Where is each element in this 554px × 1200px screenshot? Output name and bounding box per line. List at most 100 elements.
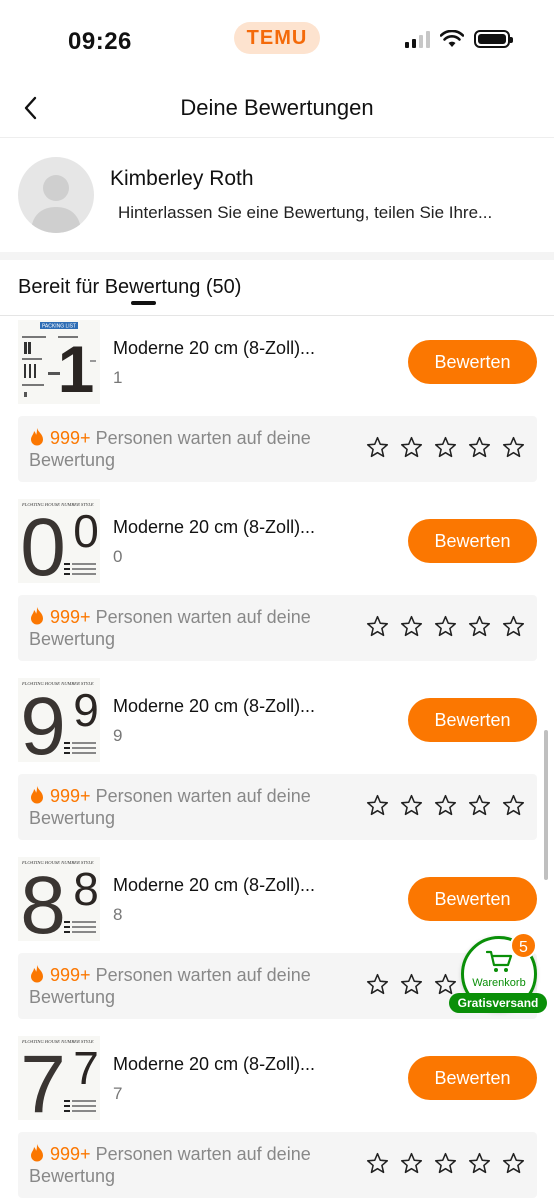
star-rating[interactable] — [366, 1152, 525, 1175]
star-outline-icon[interactable] — [366, 615, 389, 638]
person-silhouette-icon — [31, 175, 81, 233]
page-title: Deine Bewertungen — [180, 95, 374, 120]
rate-button[interactable]: Bewerten — [408, 519, 537, 563]
product-thumbnail[interactable]: FLOATING HOUSE NUMBER STYLE 0 0 — [18, 499, 100, 583]
list-item: PACKING LIST 1 Moderne 20 cm (8-Zoll)...… — [0, 316, 554, 495]
star-outline-icon[interactable] — [502, 615, 525, 638]
flame-icon — [31, 1144, 43, 1162]
profile-card[interactable]: Kimberley Roth Hinterlassen Sie eine Bew… — [0, 140, 554, 252]
thumb-digit: 1 — [58, 332, 95, 404]
star-rating[interactable] — [366, 436, 525, 459]
flame-icon — [31, 428, 43, 446]
product-image-house-number: FLOATING HOUSE NUMBER STYLE 7 7 — [18, 1036, 100, 1120]
star-outline-icon[interactable] — [434, 1152, 457, 1175]
list-item: FLOATING HOUSE NUMBER STYLE 9 9 Moderne … — [0, 674, 554, 853]
review-list: PACKING LIST 1 Moderne 20 cm (8-Zoll)...… — [0, 316, 554, 1200]
star-rating[interactable] — [366, 615, 525, 638]
product-title[interactable]: Moderne 20 cm (8-Zoll)... — [113, 338, 315, 359]
product-image-house-number: FLOATING HOUSE NUMBER STYLE 0 0 — [18, 499, 100, 583]
star-outline-icon[interactable] — [366, 1152, 389, 1175]
pending-reviewers-box: 999+ Personen warten auf deine Bewertung — [18, 774, 537, 840]
star-outline-icon[interactable] — [400, 794, 423, 817]
status-time: 09:26 — [68, 28, 132, 55]
pending-count: 999+ — [50, 607, 91, 627]
thumb-digit-small: 7 — [73, 1042, 99, 1094]
shopping-cart-icon — [486, 950, 513, 972]
pending-count: 999+ — [50, 786, 91, 806]
product-variant: 7 — [113, 1084, 123, 1103]
star-outline-icon[interactable] — [502, 1152, 525, 1175]
product-image-house-number: FLOATING HOUSE NUMBER STYLE 8 8 — [18, 857, 100, 941]
product-image-house-number: FLOATING HOUSE NUMBER STYLE 9 9 — [18, 678, 100, 762]
star-outline-icon[interactable] — [468, 1152, 491, 1175]
section-separator — [0, 252, 554, 260]
list-item: FLOATING HOUSE NUMBER STYLE 0 0 Moderne … — [0, 495, 554, 674]
flame-icon — [31, 965, 43, 983]
pending-reviewers-text: 999+ Personen warten auf deine Bewertung — [29, 785, 349, 829]
star-outline-icon[interactable] — [400, 615, 423, 638]
product-thumbnail[interactable]: FLOATING HOUSE NUMBER STYLE 8 8 — [18, 857, 100, 941]
thumb-caption: PACKING LIST — [42, 324, 76, 330]
free-shipping-badge: Gratisversand — [449, 993, 547, 1013]
pending-reviewers-box: 999+ Personen warten auf deine Bewertung — [18, 595, 537, 661]
product-image-packing-list: PACKING LIST 1 — [18, 320, 100, 404]
flame-icon — [31, 607, 43, 625]
star-outline-icon[interactable] — [502, 436, 525, 459]
pending-count: 999+ — [50, 428, 91, 448]
star-outline-icon[interactable] — [366, 794, 389, 817]
pending-reviewers-box: 999+ Personen warten auf deine Bewertung — [18, 1132, 537, 1198]
star-outline-icon[interactable] — [366, 973, 389, 996]
cellular-signal-icon — [405, 30, 430, 48]
product-title[interactable]: Moderne 20 cm (8-Zoll)... — [113, 875, 315, 896]
star-outline-icon[interactable] — [400, 973, 423, 996]
star-outline-icon[interactable] — [468, 615, 491, 638]
product-title[interactable]: Moderne 20 cm (8-Zoll)... — [113, 517, 315, 538]
flame-icon — [31, 786, 43, 804]
pending-count: 999+ — [50, 965, 91, 985]
star-outline-icon[interactable] — [400, 1152, 423, 1175]
star-outline-icon[interactable] — [400, 436, 423, 459]
product-thumbnail[interactable]: PACKING LIST 1 — [18, 320, 100, 404]
thumb-digit: 7 — [20, 1039, 66, 1120]
status-icons — [405, 30, 513, 48]
wifi-icon — [440, 30, 464, 47]
tab-ready-for-review[interactable]: Bereit für Bewertung (50) — [18, 276, 241, 299]
rate-button[interactable]: Bewerten — [408, 698, 537, 742]
cart-label: Warenkorb — [472, 977, 526, 989]
product-thumbnail[interactable]: FLOATING HOUSE NUMBER STYLE 9 9 — [18, 678, 100, 762]
product-thumbnail[interactable]: FLOATING HOUSE NUMBER STYLE 7 7 — [18, 1036, 100, 1120]
product-variant: 8 — [113, 905, 123, 924]
star-outline-icon[interactable] — [434, 615, 457, 638]
pending-count: 999+ — [50, 1144, 91, 1164]
star-outline-icon[interactable] — [434, 973, 457, 996]
star-outline-icon[interactable] — [366, 436, 389, 459]
product-title[interactable]: Moderne 20 cm (8-Zoll)... — [113, 1054, 315, 1075]
star-outline-icon[interactable] — [468, 794, 491, 817]
status-app-pill[interactable]: TEMU — [234, 22, 320, 54]
profile-prompt: Hinterlassen Sie eine Bewertung, teilen … — [118, 203, 493, 222]
rate-button[interactable]: Bewerten — [408, 877, 537, 921]
star-outline-icon[interactable] — [468, 436, 491, 459]
status-bar: 09:26 TEMU — [0, 0, 554, 80]
product-variant: 9 — [113, 726, 123, 745]
product-title[interactable]: Moderne 20 cm (8-Zoll)... — [113, 696, 315, 717]
scrollbar[interactable] — [544, 730, 548, 880]
thumb-digit: 9 — [20, 681, 66, 762]
avatar — [18, 157, 94, 233]
star-outline-icon[interactable] — [434, 436, 457, 459]
star-rating[interactable] — [366, 794, 525, 817]
thumb-digit-small: 9 — [73, 684, 99, 736]
pending-reviewers-text: 999+ Personen warten auf deine Bewertung — [29, 427, 349, 471]
rate-button[interactable]: Bewerten — [408, 340, 537, 384]
product-variant: 1 — [113, 368, 123, 387]
thumb-digit-small: 0 — [73, 505, 99, 557]
rate-button[interactable]: Bewerten — [408, 1056, 537, 1100]
profile-name: Kimberley Roth — [110, 167, 254, 190]
pending-reviewers-text: 999+ Personen warten auf deine Bewertung — [29, 964, 349, 1008]
battery-icon — [474, 30, 513, 48]
thumb-digit: 0 — [20, 502, 66, 583]
thumb-digit-small: 8 — [73, 863, 99, 915]
star-outline-icon[interactable] — [434, 794, 457, 817]
star-outline-icon[interactable] — [502, 794, 525, 817]
tab-active-indicator — [131, 301, 156, 305]
